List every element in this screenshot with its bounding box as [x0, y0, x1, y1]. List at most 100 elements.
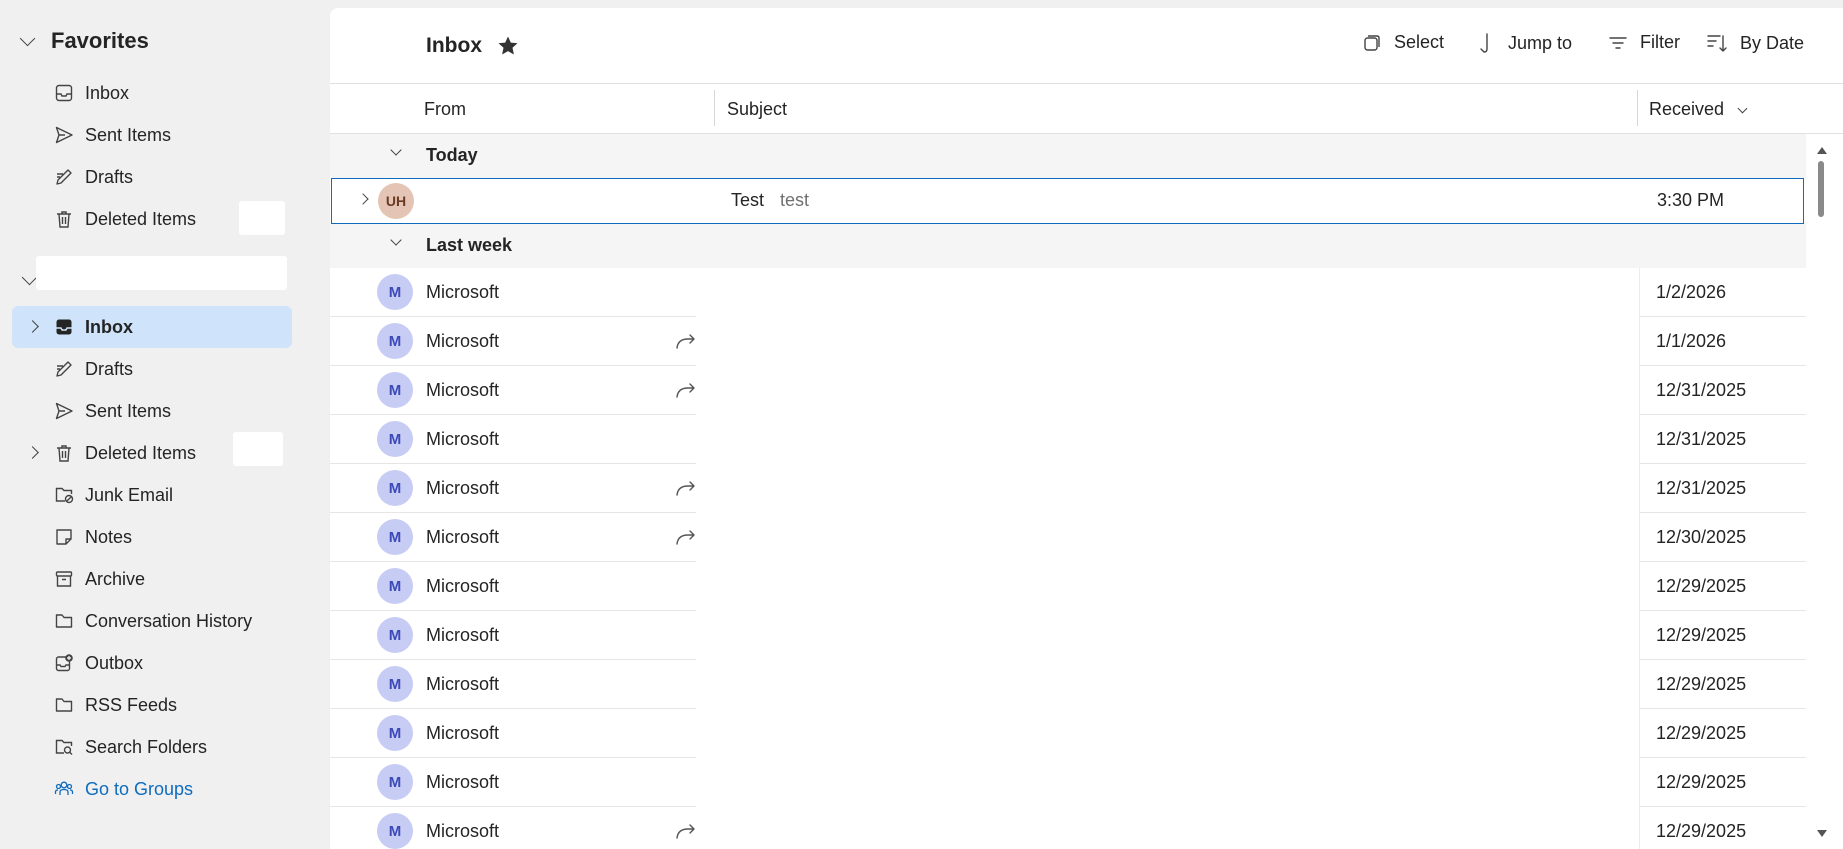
scroll-up-arrow-icon[interactable] [1817, 147, 1827, 154]
message-row[interactable]: M Microsoft 1/2/2026 [330, 268, 1806, 317]
filter-icon [1609, 36, 1627, 49]
message-list-pane: Inbox Select Jump to Filter By Date From… [330, 8, 1843, 849]
message-row[interactable]: M Microsoft 12/29/2025 [330, 758, 1806, 807]
message-sender: Microsoft [426, 380, 500, 400]
row-divider [1639, 611, 1640, 660]
forwarded-icon [676, 824, 695, 839]
message-list-scrollbar[interactable] [1806, 134, 1843, 849]
expand-chevron-icon[interactable] [26, 320, 39, 333]
forwarded-icon [676, 530, 695, 545]
trash-icon [57, 211, 71, 228]
account-collapse-chevron-icon[interactable] [21, 269, 38, 286]
jump-to-button[interactable]: Jump to [1476, 32, 1572, 54]
sort-by-date-button[interactable]: By Date [1706, 32, 1804, 54]
note-icon [56, 529, 72, 545]
select-button[interactable]: Select [1362, 32, 1444, 53]
column-subject[interactable]: Subject [727, 99, 787, 120]
favorite-inbox[interactable]: Inbox [12, 72, 292, 114]
favorite-drafts[interactable]: Drafts [12, 156, 292, 198]
message-subject: Test [731, 190, 765, 210]
avatar: M [377, 519, 413, 555]
favorite-sent-items[interactable]: Sent Items [12, 114, 292, 156]
folder-notes[interactable]: Notes [12, 516, 292, 558]
folder-notes-label: Notes [85, 526, 133, 547]
go-to-groups-link[interactable]: Go to Groups [12, 768, 292, 810]
message-row[interactable]: M Microsoft 1/1/2026 [330, 317, 1806, 366]
folder-sent-items-label: Sent Items [85, 400, 172, 421]
folder-rss-feeds[interactable]: RSS Feeds [12, 684, 292, 726]
column-from[interactable]: From [424, 99, 466, 120]
message-row[interactable]: M Microsoft 12/31/2025 [330, 464, 1806, 513]
select-checkbox-icon [1364, 34, 1380, 51]
message-sender: Microsoft [426, 723, 500, 743]
drafts-pencil-icon [56, 169, 72, 185]
chevron-down-icon [390, 144, 402, 156]
message-row[interactable]: M Microsoft 12/29/2025 [330, 660, 1806, 709]
filter-label: Filter [1640, 32, 1680, 52]
group-today-label: Today [426, 145, 478, 165]
row-divider [1639, 415, 1640, 464]
forwarded-icon [676, 383, 695, 398]
message-received: 12/29/2025 [1656, 772, 1747, 792]
message-row[interactable]: M Microsoft 12/29/2025 [330, 807, 1806, 849]
select-label: Select [1394, 32, 1445, 52]
message-row[interactable]: M Microsoft 12/30/2025 [330, 513, 1806, 562]
folder-outbox[interactable]: Outbox [12, 642, 292, 684]
folder-inbox[interactable]: Inbox [12, 306, 292, 348]
avatar: M [377, 568, 413, 604]
group-header-last-week[interactable]: Last week [330, 224, 1806, 268]
folder-search-folders[interactable]: Search Folders [12, 726, 292, 768]
scrollbar-thumb[interactable] [1818, 161, 1824, 217]
folder-archive[interactable]: Archive [12, 558, 292, 600]
message-row[interactable]: M Microsoft 12/31/2025 [330, 415, 1806, 464]
column-divider[interactable] [1637, 90, 1638, 126]
column-received[interactable]: Received [1649, 99, 1748, 120]
message-row-selected[interactable]: UH Test test 3:30 PM [331, 178, 1804, 224]
folder-junk-email[interactable]: Junk Email [12, 474, 292, 516]
avatar: M [377, 617, 413, 653]
folder-drafts[interactable]: Drafts [12, 348, 292, 390]
row-divider [1639, 464, 1640, 513]
expand-conversation-chevron-icon[interactable] [357, 193, 369, 205]
folder-inbox-label: Inbox [85, 316, 133, 337]
group-header-today[interactable]: Today [330, 134, 1806, 178]
message-received: 12/30/2025 [1656, 527, 1747, 547]
forwarded-icon [676, 481, 695, 496]
jump-to-label: Jump to [1508, 32, 1573, 53]
message-row[interactable]: M Microsoft 12/29/2025 [330, 562, 1806, 611]
folder-conversation-history[interactable]: Conversation History [12, 600, 292, 642]
message-received: 12/29/2025 [1656, 576, 1747, 596]
message-sender: Microsoft [426, 331, 500, 351]
row-divider [1639, 709, 1640, 758]
group-last-week-label: Last week [426, 235, 513, 255]
message-row[interactable]: M Microsoft 12/29/2025 [330, 611, 1806, 660]
avatar: M [377, 764, 413, 800]
row-divider [1639, 268, 1640, 317]
folder-conversation-history-label: Conversation History [85, 610, 253, 631]
favorites-header[interactable]: Favorites [19, 28, 149, 54]
message-row[interactable]: M Microsoft 12/31/2025 [330, 366, 1806, 415]
folder-icon [55, 698, 73, 712]
column-divider[interactable] [714, 90, 715, 126]
message-sender: Microsoft [426, 282, 500, 302]
folder-title: Inbox [426, 34, 482, 57]
message-row[interactable]: M Microsoft 12/29/2025 [330, 709, 1806, 758]
message-sender: Microsoft [426, 527, 500, 547]
archive-icon [55, 571, 73, 587]
expand-chevron-icon[interactable] [26, 446, 39, 459]
scroll-down-arrow-icon[interactable] [1817, 830, 1827, 837]
favorites-label: Favorites [51, 28, 149, 53]
favorite-sent-items-label: Sent Items [85, 124, 172, 145]
message-sender: Microsoft [426, 429, 500, 449]
filter-button[interactable]: Filter [1608, 32, 1680, 53]
sort-label: By Date [1740, 32, 1805, 53]
avatar: M [377, 715, 413, 751]
junk-folder-icon [55, 487, 74, 504]
account-name-placeholder[interactable] [36, 256, 287, 290]
people-group-icon [54, 781, 74, 795]
favorite-star-icon[interactable] [496, 34, 520, 58]
folder-sent-items[interactable]: Sent Items [12, 390, 292, 432]
message-sender: Microsoft [426, 821, 500, 841]
inbox-icon [55, 84, 73, 102]
outbox-icon [55, 654, 73, 672]
